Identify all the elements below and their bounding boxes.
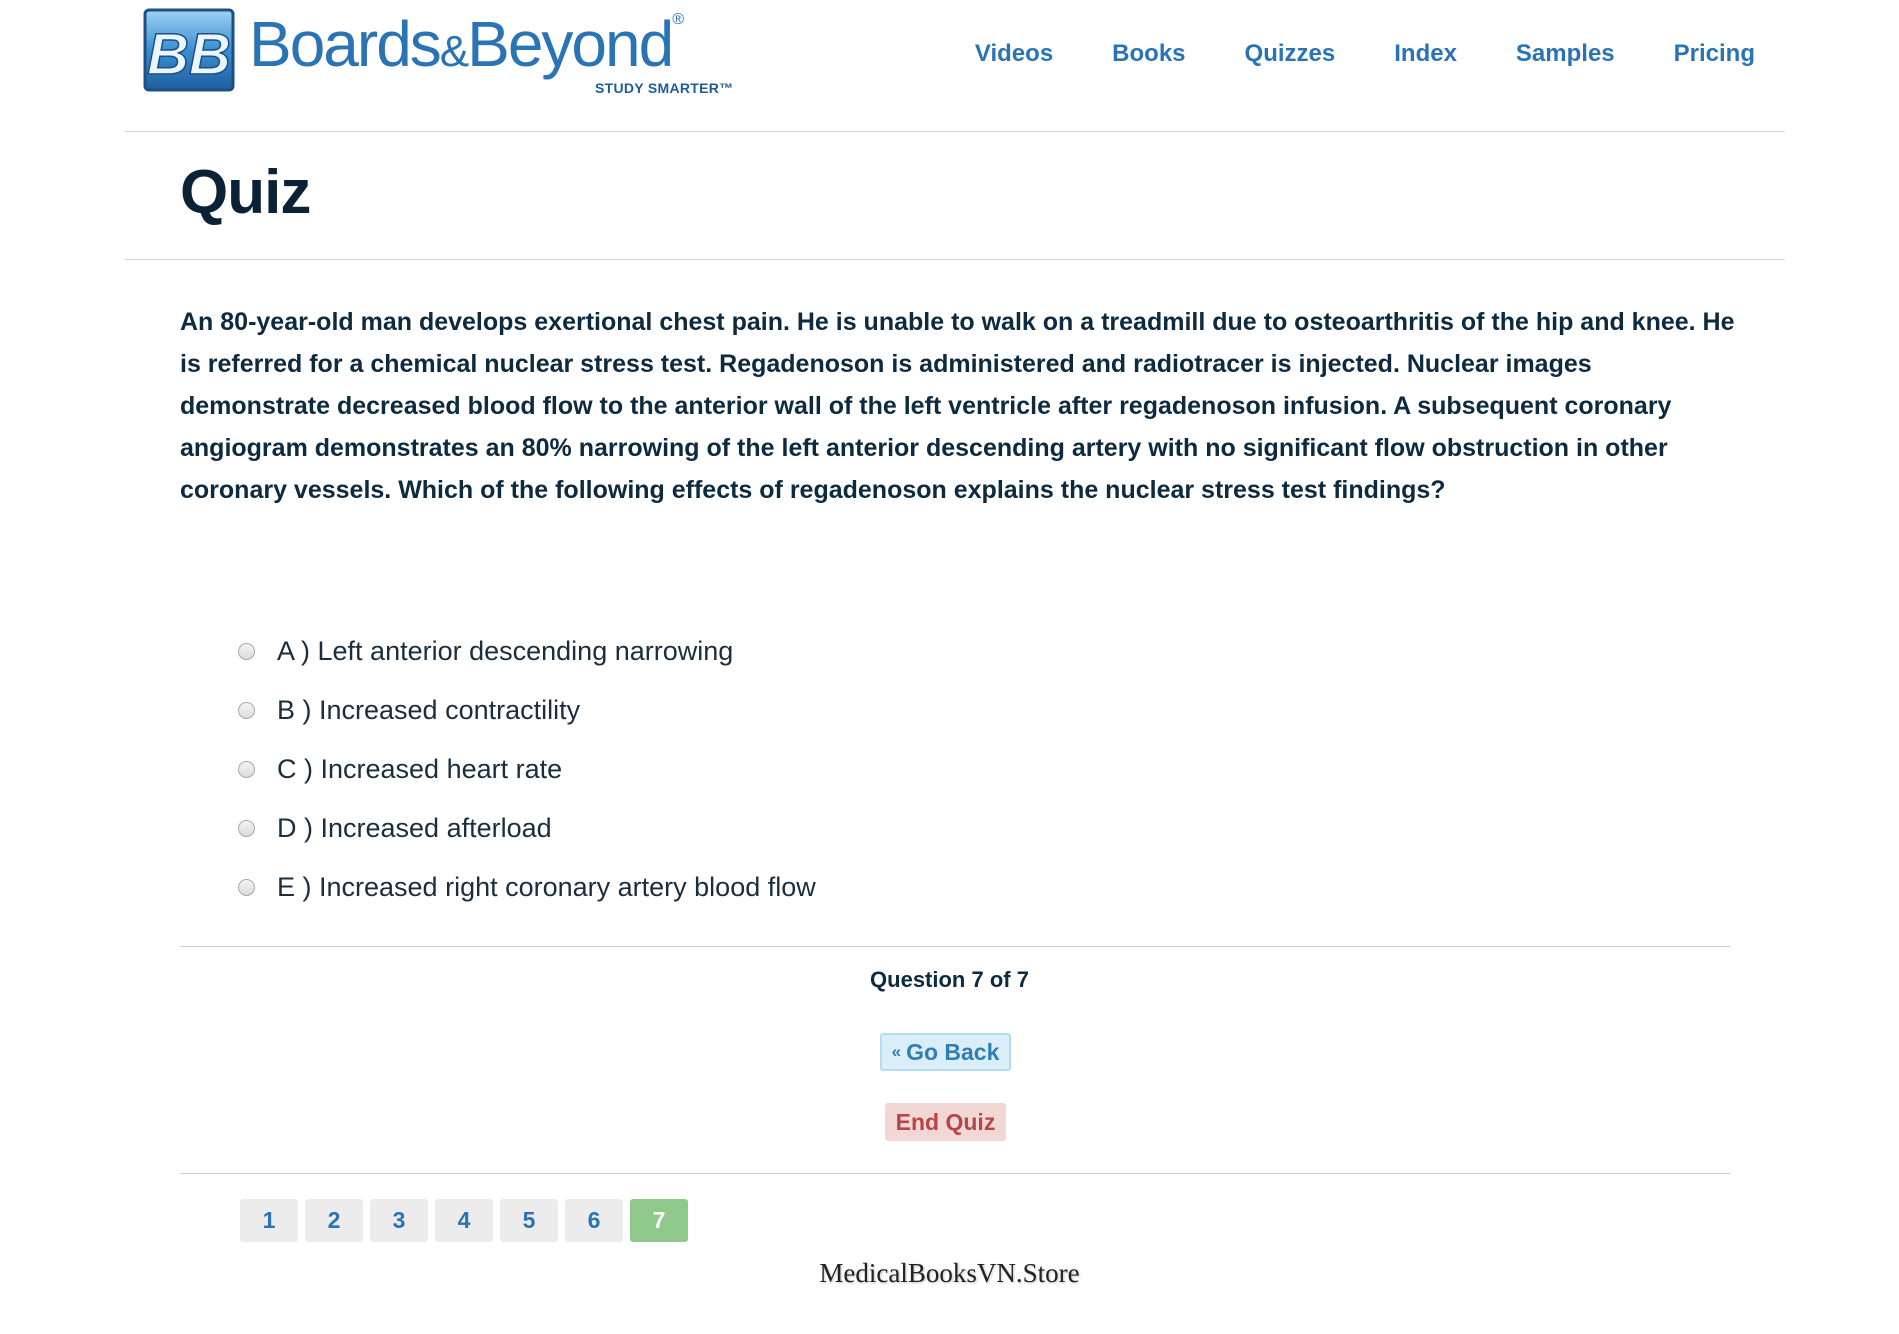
brand-ampersand: & — [439, 27, 469, 76]
bb-badge-icon: BB — [143, 8, 235, 92]
answer-options: A ) Left anterior descending narrowing B… — [238, 622, 1138, 917]
option-d-label: D ) Increased afterload — [277, 813, 552, 843]
option-e[interactable]: E ) Increased right coronary artery bloo… — [238, 858, 1138, 917]
page-button-5[interactable]: 5 — [500, 1199, 558, 1242]
option-e-radio[interactable] — [238, 879, 255, 896]
page-title: Quiz — [180, 158, 311, 227]
nav-index[interactable]: Index — [1394, 40, 1457, 68]
nav-videos[interactable]: Videos — [975, 40, 1053, 68]
page-button-4[interactable]: 4 — [435, 1199, 493, 1242]
badge-text: BB — [147, 22, 231, 87]
page-button-7[interactable]: 7 — [630, 1199, 688, 1242]
question-text: An 80-year-old man develops exertional c… — [180, 308, 1735, 504]
end-quiz-label: End Quiz — [895, 1108, 996, 1135]
brand-wordmark: Boards&Beyond® — [249, 11, 684, 77]
option-d-radio[interactable] — [238, 820, 255, 837]
page-button-6[interactable]: 6 — [565, 1199, 623, 1242]
option-d[interactable]: D ) Increased afterload — [238, 799, 1138, 858]
option-b-radio[interactable] — [238, 702, 255, 719]
option-b-label: B ) Increased contractility — [277, 695, 581, 725]
option-c[interactable]: C ) Increased heart rate — [238, 740, 1138, 799]
go-back-button[interactable]: « Go Back — [880, 1033, 1011, 1071]
question-counter: Question 7 of 7 — [870, 967, 1029, 992]
option-a[interactable]: A ) Left anterior descending narrowing — [238, 622, 1138, 681]
option-a-label: A ) Left anterior descending narrowing — [277, 636, 734, 666]
option-b[interactable]: B ) Increased contractility — [238, 681, 1138, 740]
brand-name-part2: Beyond — [467, 8, 674, 80]
nav-pricing[interactable]: Pricing — [1674, 40, 1755, 68]
page-button-1[interactable]: 1 — [240, 1199, 298, 1242]
watermark: MedicalBooksVN.Store — [819, 1258, 1080, 1288]
nav-samples[interactable]: Samples — [1516, 40, 1615, 68]
go-back-label: Go Back — [906, 1038, 1000, 1065]
title-bar: Quiz — [125, 131, 1785, 260]
nav-books[interactable]: Books — [1112, 40, 1185, 68]
end-quiz-button[interactable]: End Quiz — [885, 1103, 1006, 1141]
site-header: BB Boards&Beyond® STUDY SMARTER™ Videos … — [125, 0, 1785, 132]
brand-tagline: STUDY SMARTER™ — [595, 80, 734, 96]
page-button-2[interactable]: 2 — [305, 1199, 363, 1242]
divider-top — [180, 946, 1730, 947]
question-pager: 1 2 3 4 5 6 7 — [240, 1199, 688, 1242]
option-c-label: C ) Increased heart rate — [277, 754, 563, 784]
option-c-radio[interactable] — [238, 761, 255, 778]
nav-quizzes[interactable]: Quizzes — [1245, 40, 1336, 68]
brand-logo[interactable]: BB Boards&Beyond® STUDY SMARTER™ — [143, 8, 733, 98]
option-e-label: E ) Increased right coronary artery bloo… — [277, 872, 816, 902]
divider-bottom — [180, 1173, 1730, 1174]
registered-mark: ® — [672, 11, 684, 28]
option-a-radio[interactable] — [238, 643, 255, 660]
main-nav: Videos Books Quizzes Index Samples Prici… — [975, 40, 1755, 68]
brand-name-part1: Boards — [249, 8, 442, 80]
page-button-3[interactable]: 3 — [370, 1199, 428, 1242]
double-chevron-left-icon: « — [891, 1042, 902, 1061]
